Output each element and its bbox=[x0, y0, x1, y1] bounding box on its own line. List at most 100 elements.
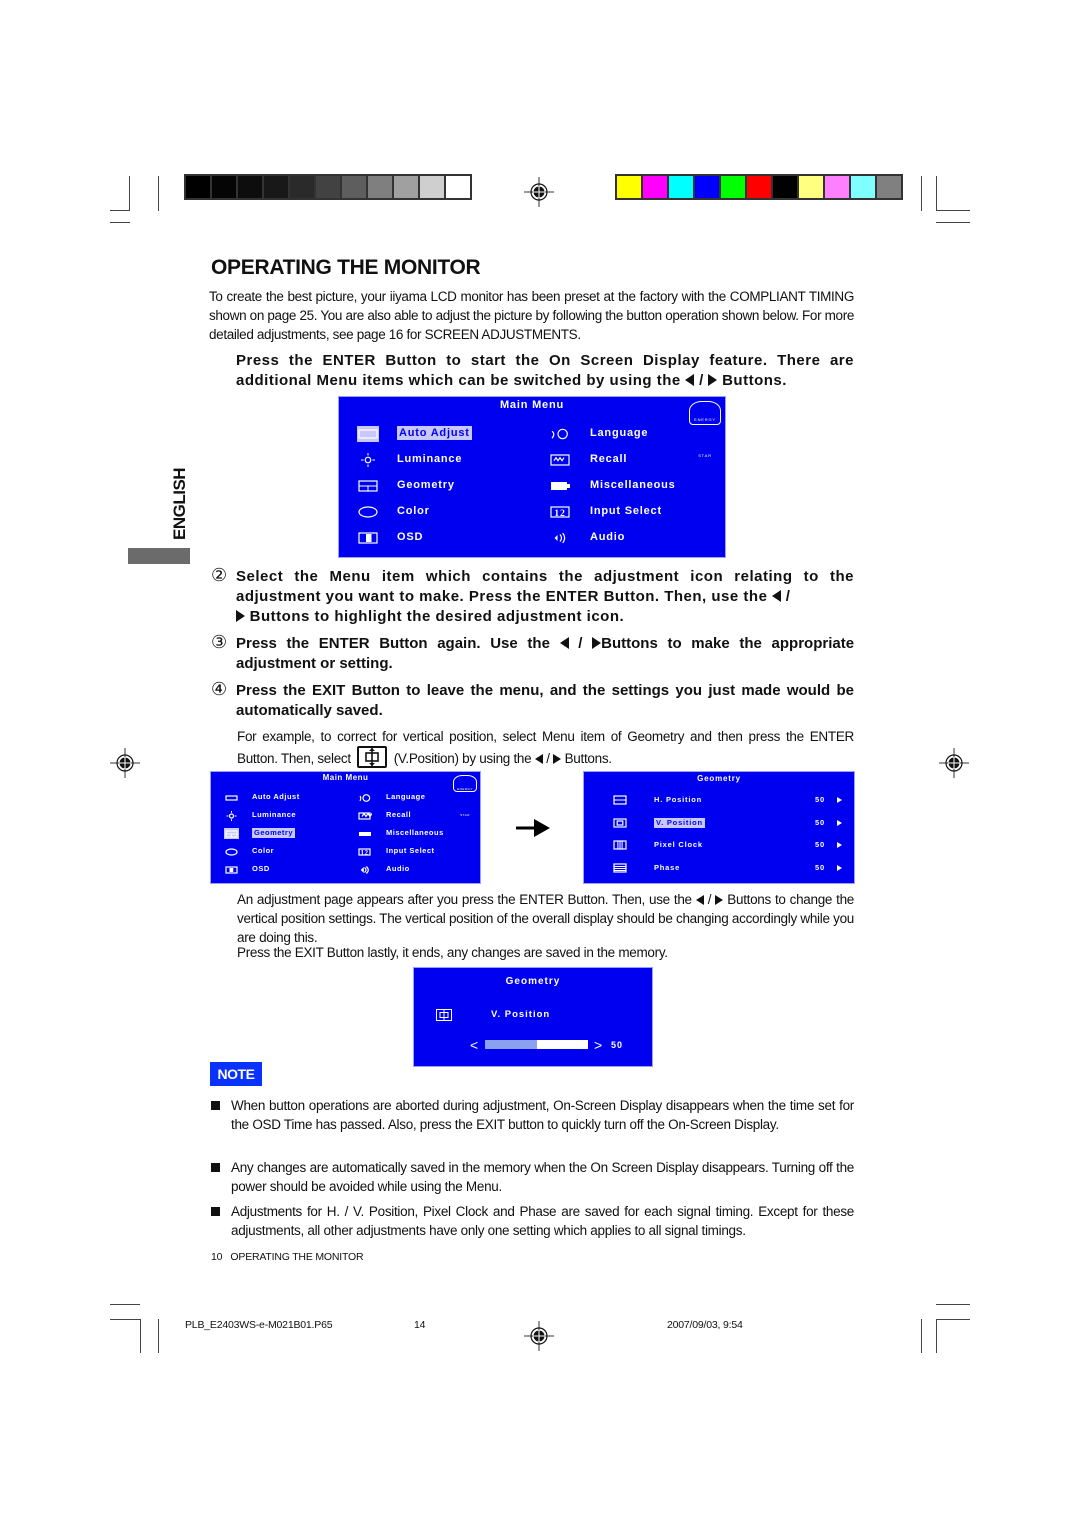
language-icon bbox=[549, 426, 571, 442]
slash: / bbox=[785, 588, 791, 605]
value-slider[interactable] bbox=[485, 1040, 588, 1049]
exit-paragraph: Press the EXIT Button lastly, it ends, a… bbox=[237, 945, 668, 960]
adjust-value: 50 bbox=[611, 1040, 624, 1050]
osd-icon bbox=[357, 530, 379, 546]
slash: / bbox=[707, 892, 712, 907]
color-swatch bbox=[342, 176, 366, 198]
increase-chevron-icon[interactable]: > bbox=[594, 1037, 603, 1053]
osd-menu-item-audio[interactable]: Audio bbox=[386, 864, 410, 874]
left-arrow-icon bbox=[772, 590, 782, 602]
crop-mark bbox=[936, 210, 970, 211]
sun-icon bbox=[224, 810, 239, 821]
note-text: When button operations are aborted durin… bbox=[231, 1098, 854, 1132]
geometry-item-value: 50 bbox=[815, 817, 825, 827]
color-swatch bbox=[238, 176, 262, 198]
page-title: OPERATING THE MONITOR bbox=[211, 256, 481, 279]
slug-date: 2007/09/03, 9:54 bbox=[667, 1319, 743, 1331]
adjustment-text: An adjustment page appears after you pre… bbox=[237, 892, 692, 907]
step-4-number: ④ bbox=[211, 679, 228, 699]
osd-menu-item-geometry[interactable]: Geometry bbox=[252, 828, 296, 838]
osd-menu-item-auto-adjust[interactable]: Auto Adjust bbox=[397, 426, 472, 440]
geometry-item-value: 50 bbox=[815, 795, 825, 804]
language-tab-marker bbox=[128, 548, 190, 564]
step-3-text: Press the ENTER Button again. Use the bbox=[236, 635, 550, 652]
osd-menu-item-luminance[interactable]: Luminance bbox=[397, 452, 462, 466]
osd-menu-item-language[interactable]: Language bbox=[386, 792, 425, 802]
step-3-number: ③ bbox=[211, 632, 228, 652]
example-text: (V.Position) by using the bbox=[393, 751, 532, 766]
phase-icon bbox=[613, 862, 627, 875]
osd-menu-item-recall[interactable]: Recall bbox=[590, 452, 627, 466]
v-position-icon bbox=[613, 817, 627, 830]
recall-icon bbox=[549, 452, 571, 468]
sun-icon bbox=[357, 452, 379, 468]
crop-mark bbox=[936, 1319, 937, 1353]
geometry-item-pixel-clock[interactable]: Pixel Clock bbox=[654, 840, 703, 850]
osd-main-menu-small: Main Menu ENERGY STAR Auto Adjust Luminan… bbox=[210, 771, 481, 884]
recall-icon bbox=[357, 810, 372, 821]
osd-menu-item-recall[interactable]: Recall bbox=[386, 810, 411, 820]
osd-menu-item-color[interactable]: Color bbox=[252, 846, 274, 856]
note-item: Adjustments for H. / V. Position, Pixel … bbox=[211, 1202, 854, 1240]
osd-menu-item-audio[interactable]: Audio bbox=[590, 530, 625, 544]
color-swatch bbox=[420, 176, 444, 198]
osd-adjustment-page: Geometry V. Position < > 50 bbox=[413, 967, 653, 1067]
example-text: Buttons. bbox=[564, 751, 612, 766]
crop-mark bbox=[936, 1319, 970, 1320]
osd-menu-item-luminance[interactable]: Luminance bbox=[252, 810, 296, 820]
page-footer: 10 OPERATING THE MONITOR bbox=[211, 1251, 364, 1263]
submenu-arrow-icon[interactable] bbox=[837, 842, 842, 848]
geometry-item-v-position[interactable]: V. Position bbox=[654, 817, 705, 828]
osd-menu-item-auto-adjust[interactable]: Auto Adjust bbox=[252, 792, 300, 802]
osd-menu-item-osd[interactable]: OSD bbox=[397, 530, 423, 544]
speaker-icon bbox=[357, 864, 372, 875]
step-3: Press the ENTER Button again. Use the / … bbox=[236, 634, 854, 674]
color-swatch bbox=[877, 176, 901, 198]
osd-menu-item-input-select[interactable]: Input Select bbox=[590, 504, 662, 518]
osd-main-menu: Main Menu ENERGY STAR Auto Adjust Luminan… bbox=[338, 396, 726, 558]
slug-filename: PLB_E2403WS-e-M021B01.P65 bbox=[185, 1319, 333, 1331]
v-position-icon bbox=[357, 746, 388, 768]
crop-mark bbox=[129, 176, 130, 211]
osd-menu-item-input-select[interactable]: Input Select bbox=[386, 846, 435, 856]
slash: / bbox=[699, 372, 704, 389]
slider-fill bbox=[485, 1040, 537, 1049]
submenu-arrow-icon[interactable] bbox=[837, 819, 842, 826]
osd-title: Main Menu bbox=[499, 399, 565, 411]
step-2-number: ② bbox=[211, 565, 228, 585]
crop-mark bbox=[110, 1319, 140, 1320]
language-tab: ENGLISH bbox=[166, 468, 196, 542]
osd-menu-item-miscellaneous[interactable]: Miscellaneous bbox=[590, 478, 676, 492]
color-swatch bbox=[825, 176, 849, 198]
note-text: Adjustments for H. / V. Position, Pixel … bbox=[231, 1204, 854, 1238]
osd-menu-item-language[interactable]: Language bbox=[590, 426, 648, 440]
color-swatch bbox=[695, 176, 719, 198]
color-swatch bbox=[721, 176, 745, 198]
geometry-item-phase[interactable]: Phase bbox=[654, 863, 680, 873]
crop-mark bbox=[158, 176, 159, 211]
left-arrow-icon bbox=[685, 374, 695, 386]
geometry-item-value: 50 bbox=[815, 862, 825, 872]
language-tab-label: ENGLISH bbox=[170, 467, 189, 540]
crop-mark bbox=[158, 1319, 159, 1353]
submenu-arrow-icon[interactable] bbox=[837, 797, 842, 803]
osd-menu-item-miscellaneous[interactable]: Miscellaneous bbox=[386, 828, 444, 838]
osd-menu-item-osd[interactable]: OSD bbox=[252, 864, 270, 874]
registration-target-icon bbox=[524, 1321, 554, 1351]
h-position-icon bbox=[613, 795, 627, 807]
input-select-icon: 12 bbox=[357, 846, 372, 857]
note-item: Any changes are automatically saved in t… bbox=[211, 1158, 854, 1196]
osd-title: Geometry bbox=[697, 774, 741, 783]
geometry-icon bbox=[224, 828, 239, 839]
color-swatch bbox=[368, 176, 392, 198]
osd-menu-item-color[interactable]: Color bbox=[397, 504, 430, 518]
osd-menu-item-geometry[interactable]: Geometry bbox=[397, 478, 455, 492]
slash: / bbox=[546, 751, 550, 766]
geometry-item-h-position[interactable]: H. Position bbox=[654, 795, 702, 805]
bullet-square-icon bbox=[211, 1101, 220, 1110]
input-select-icon: 12 bbox=[549, 504, 571, 520]
miscellaneous-icon bbox=[357, 828, 372, 839]
decrease-chevron-icon[interactable]: < bbox=[470, 1037, 479, 1053]
energy-star-logo: ENERGY STAR bbox=[453, 775, 477, 817]
submenu-arrow-icon[interactable] bbox=[837, 864, 842, 871]
